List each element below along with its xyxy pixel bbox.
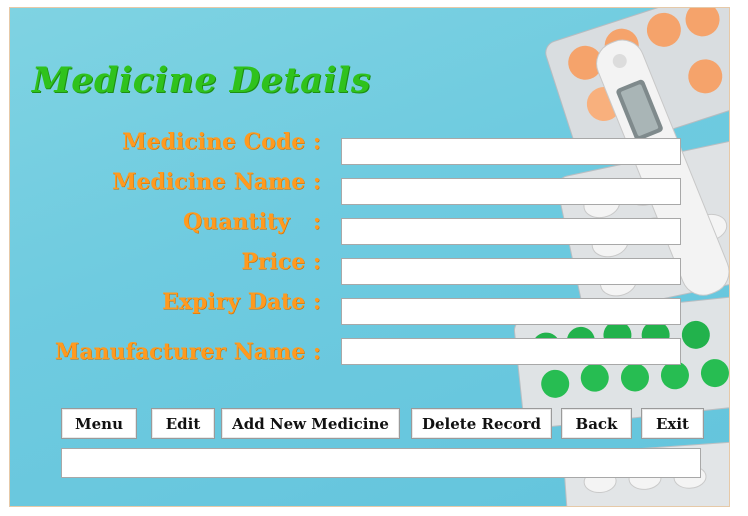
medicine-code-label: Medicine Code : xyxy=(122,129,321,155)
price-label: Price : xyxy=(241,249,321,275)
expiry-date-field[interactable] xyxy=(341,298,681,325)
medicine-code-field[interactable] xyxy=(341,138,681,165)
price-field[interactable] xyxy=(341,258,681,285)
app-window: Medicine Details Medicine Code : Medicin… xyxy=(9,7,730,507)
exit-button[interactable]: Exit xyxy=(641,408,704,439)
manufacturer-name-field[interactable] xyxy=(341,338,681,365)
page-title: Medicine Details xyxy=(32,60,372,101)
medicine-name-label: Medicine Name : xyxy=(112,169,321,195)
delete-record-button[interactable]: Delete Record xyxy=(411,408,552,439)
status-bar xyxy=(61,448,701,478)
expiry-date-label: Expiry Date : xyxy=(162,289,321,315)
manufacturer-name-label: Manufacturer Name : xyxy=(54,339,321,365)
medicine-name-field[interactable] xyxy=(341,178,681,205)
back-button[interactable]: Back xyxy=(561,408,632,439)
menu-button[interactable]: Menu xyxy=(61,408,137,439)
quantity-field[interactable] xyxy=(341,218,681,245)
quantity-label: Quantity : xyxy=(183,209,321,235)
add-new-medicine-button[interactable]: Add New Medicine xyxy=(221,408,400,439)
edit-button[interactable]: Edit xyxy=(151,408,215,439)
